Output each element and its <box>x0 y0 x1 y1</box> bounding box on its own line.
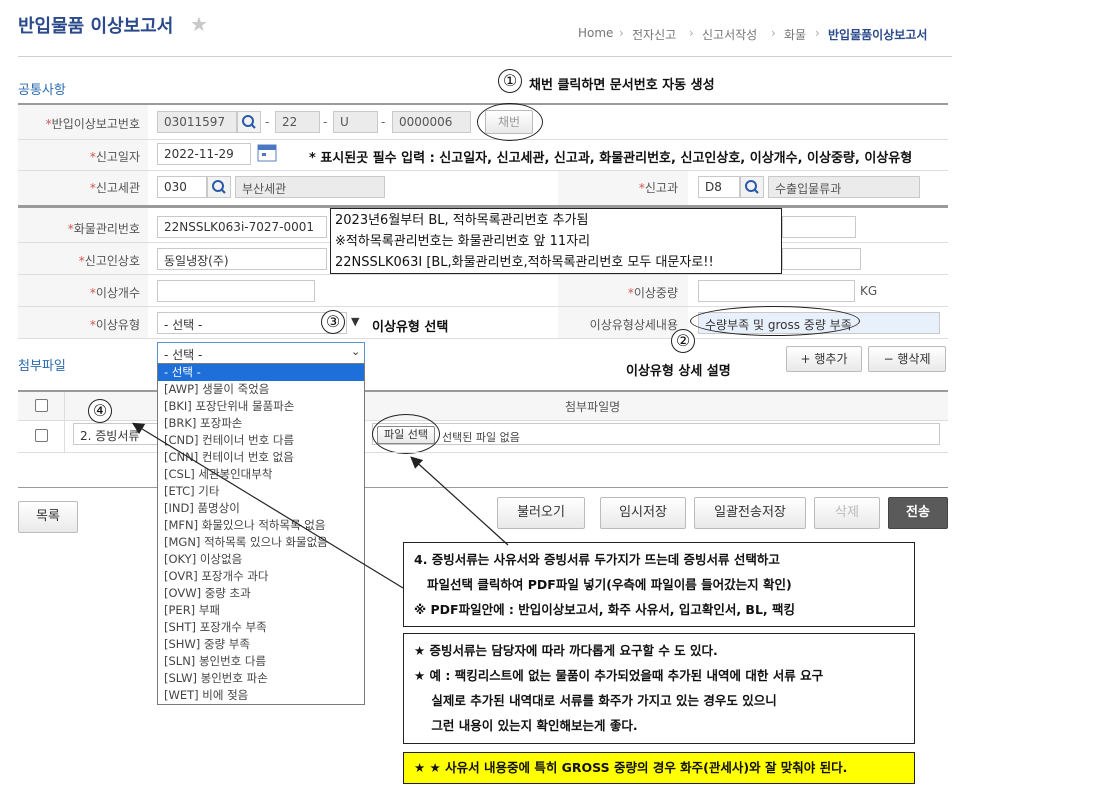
annotation-arrows <box>131 422 509 589</box>
arrow-to-file-button <box>410 456 509 546</box>
arrow-to-attach-type <box>131 422 404 589</box>
